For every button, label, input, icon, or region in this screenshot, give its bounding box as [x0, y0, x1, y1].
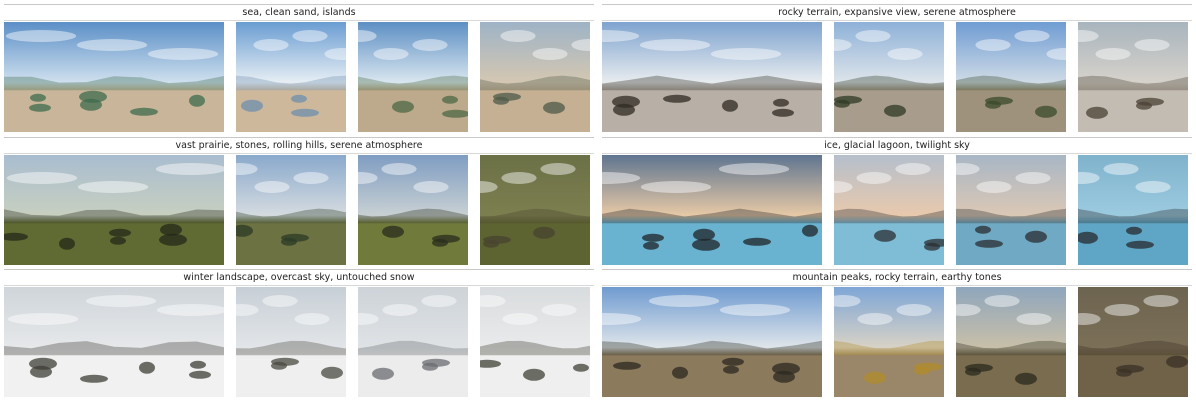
perspective-view	[834, 22, 944, 132]
perspective-view	[480, 22, 590, 132]
caption: winter landscape, overcast sky, untouche…	[4, 269, 594, 286]
scene-render	[834, 155, 944, 265]
perspective-view	[1078, 22, 1188, 132]
sample-group: ice, glacial lagoon, twilight sky	[602, 137, 1192, 265]
caption: ice, glacial lagoon, twilight sky	[602, 137, 1192, 154]
caption: sea, clean sand, islands	[4, 4, 594, 21]
caption: mountain peaks, rocky terrain, earthy to…	[602, 269, 1192, 286]
perspective-view	[834, 287, 944, 397]
scene-render	[602, 287, 822, 397]
scene-render	[358, 155, 468, 265]
scene-render	[1078, 287, 1188, 397]
panorama-image	[4, 155, 224, 265]
sample-group: sea, clean sand, islands	[4, 4, 594, 132]
scene-render	[602, 22, 822, 132]
scene-render	[480, 22, 590, 132]
scene-render	[4, 22, 224, 132]
panorama-image	[602, 22, 822, 132]
scene-render	[358, 287, 468, 397]
panorama-image	[602, 287, 822, 397]
scene-render	[602, 155, 822, 265]
scene-render	[956, 155, 1066, 265]
scene-render	[1078, 22, 1188, 132]
scene-render	[834, 22, 944, 132]
sample-group: vast prairie, stones, rolling hills, ser…	[4, 137, 594, 265]
scene-render	[480, 287, 590, 397]
scene-render	[236, 22, 346, 132]
scene-render	[4, 155, 224, 265]
perspective-view	[480, 287, 590, 397]
panorama-image	[4, 22, 224, 132]
scene-render	[236, 155, 346, 265]
perspective-view	[1078, 287, 1188, 397]
scene-render	[834, 287, 944, 397]
sample-group: mountain peaks, rocky terrain, earthy to…	[602, 269, 1192, 397]
scene-render	[956, 287, 1066, 397]
sample-group: winter landscape, overcast sky, untouche…	[4, 269, 594, 397]
caption: rocky terrain, expansive view, serene at…	[602, 4, 1192, 21]
perspective-view	[956, 22, 1066, 132]
panorama-image	[4, 287, 224, 397]
scene-render	[358, 22, 468, 132]
perspective-view	[236, 287, 346, 397]
scene-render	[236, 287, 346, 397]
scene-render	[4, 287, 224, 397]
perspective-view	[1078, 155, 1188, 265]
perspective-view	[358, 155, 468, 265]
perspective-view	[236, 155, 346, 265]
perspective-view	[358, 287, 468, 397]
panorama-grid: sea, clean sand, islands rocky terrain, …	[0, 0, 1196, 405]
perspective-view	[956, 155, 1066, 265]
perspective-view	[236, 22, 346, 132]
perspective-view	[956, 287, 1066, 397]
caption: vast prairie, stones, rolling hills, ser…	[4, 137, 594, 154]
scene-render	[480, 155, 590, 265]
perspective-view	[480, 155, 590, 265]
panorama-image	[602, 155, 822, 265]
scene-render	[1078, 155, 1188, 265]
scene-render	[956, 22, 1066, 132]
perspective-view	[358, 22, 468, 132]
perspective-view	[834, 155, 944, 265]
sample-group: rocky terrain, expansive view, serene at…	[602, 4, 1192, 132]
